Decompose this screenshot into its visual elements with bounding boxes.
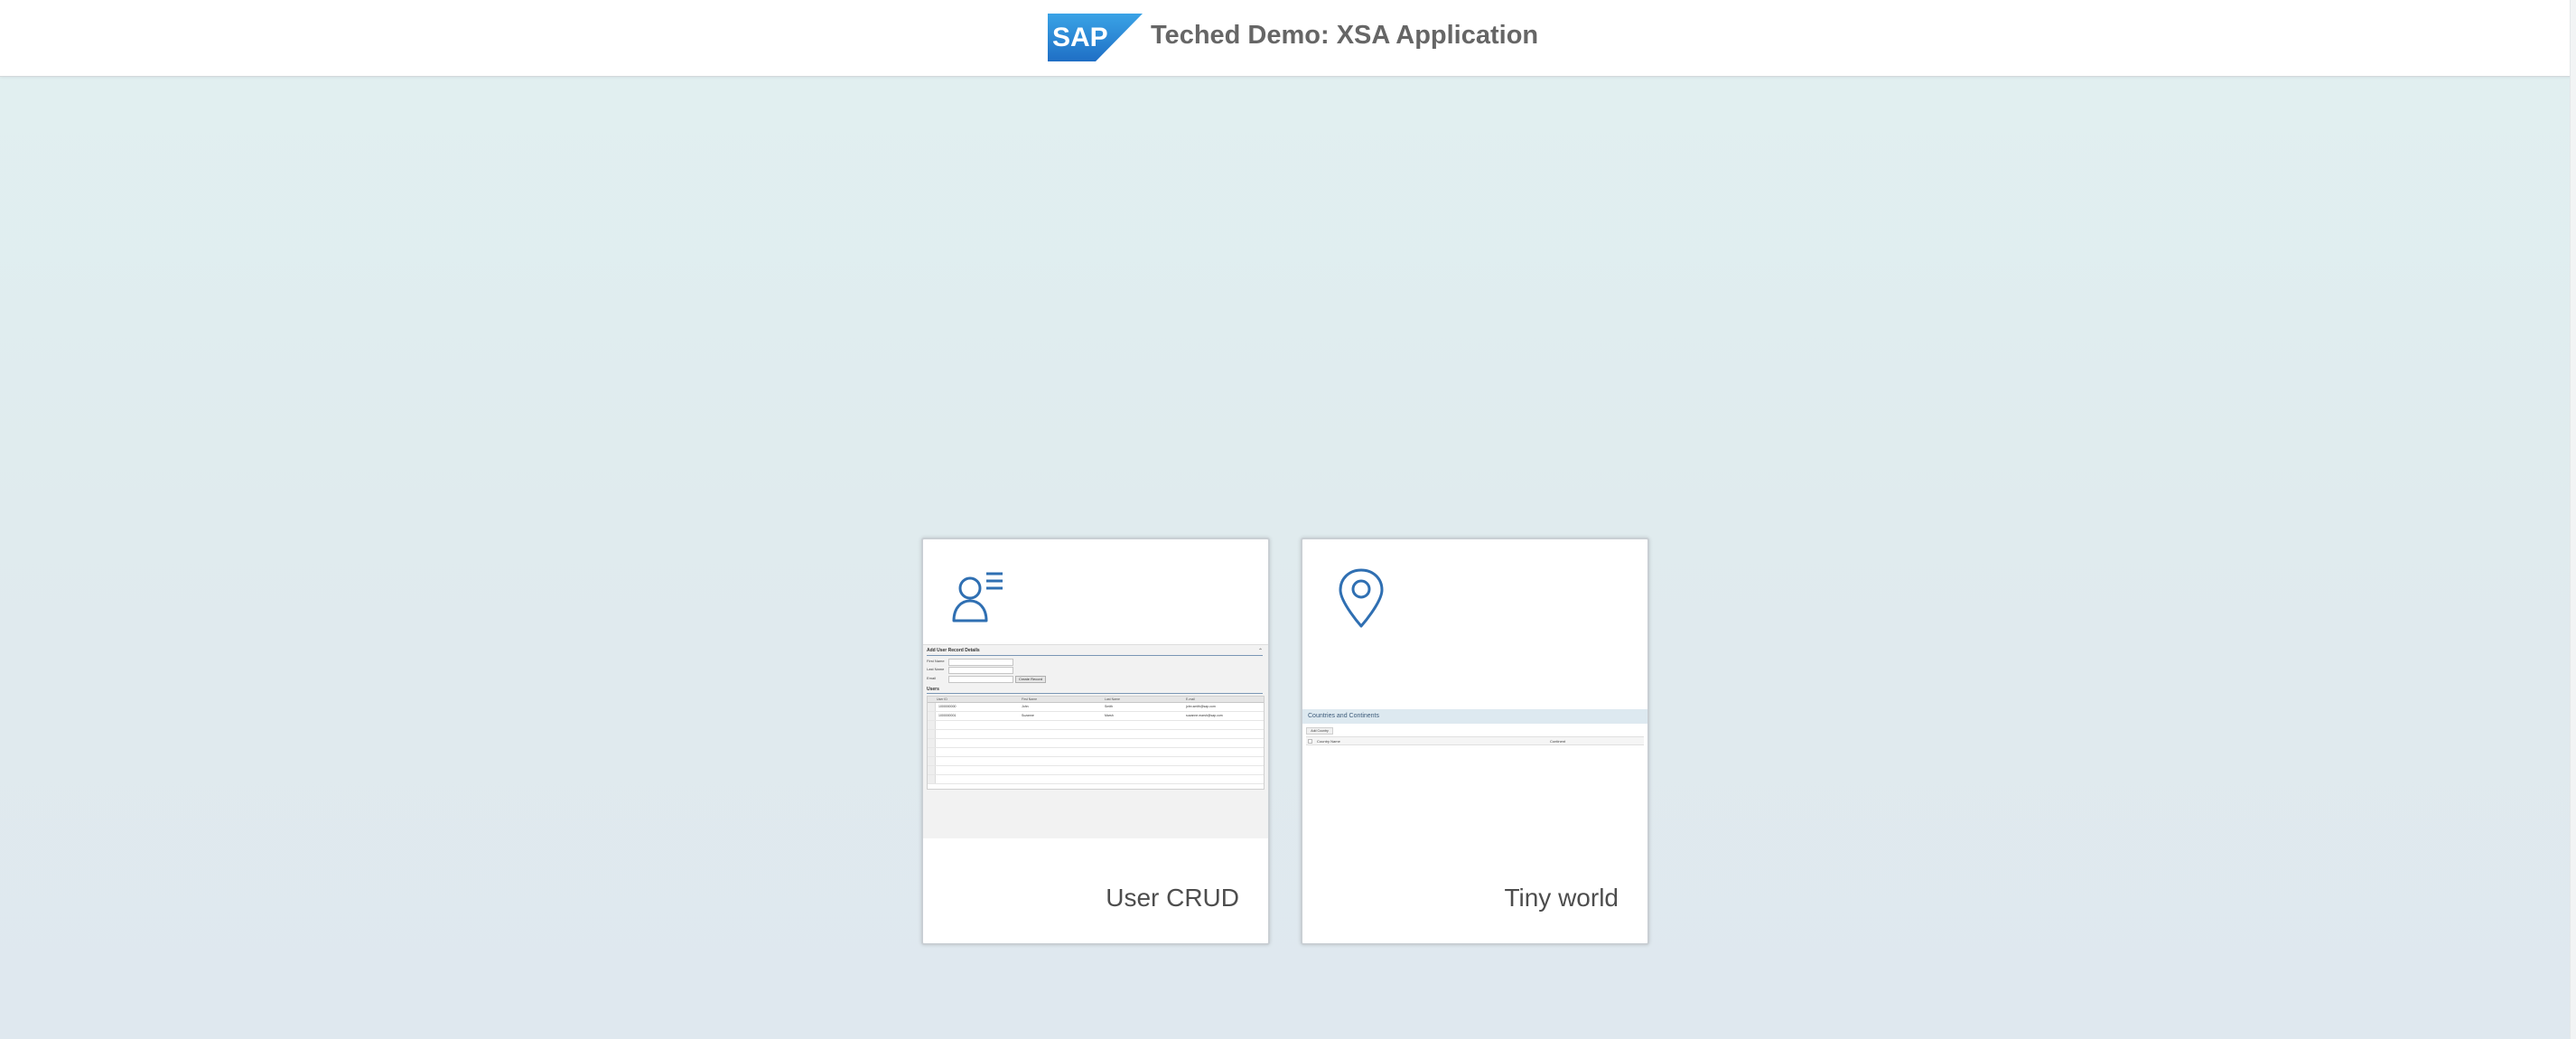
preview-input (948, 659, 1013, 666)
preview-table-header: Country Name Continent (1306, 736, 1644, 745)
preview-column-header: User ID (937, 697, 947, 701)
tile-title: Tiny world (1504, 884, 1619, 912)
preview-column-header: Continent (1550, 739, 1566, 744)
table-row (928, 757, 1264, 766)
table-row (928, 721, 1264, 730)
preview-column-header: Country Name (1317, 739, 1340, 744)
table-row (928, 748, 1264, 757)
preview-field-label: Last Name (927, 667, 945, 671)
preview-field-label: First Name (927, 659, 945, 663)
preview-table: User ID First Name Last Name E-mail 1000… (927, 696, 1265, 790)
table-cell: John (1022, 705, 1029, 708)
table-row: 1000000000 John Smith john.smith@sap.com (928, 703, 1264, 712)
table-cell: Suzanne (1022, 714, 1034, 717)
table-row (928, 766, 1264, 775)
table-cell: 1000000001 (938, 714, 957, 717)
tile-title: User CRUD (1106, 884, 1239, 912)
preview-create-button: Create Record (1015, 676, 1046, 683)
preview-panel-title: Add User Record Details (927, 648, 980, 653)
preview-input (948, 667, 1013, 674)
user-list-icon (952, 572, 1003, 622)
preview-section-title: Users (927, 687, 939, 692)
preview-divider (927, 655, 1263, 656)
map-pin-icon (1339, 568, 1384, 628)
tiny-world-preview: Countries and Continents Add Country Cou… (1302, 709, 1647, 747)
shell-header: SAP Teched Demo: XSA Application (0, 0, 2576, 77)
preview-column-header: First Name (1022, 697, 1038, 701)
preview-column-header: Last Name (1105, 697, 1120, 701)
table-row (928, 739, 1264, 748)
table-cell: 1000000000 (938, 705, 957, 708)
app-title: Teched Demo: XSA Application (1151, 21, 1539, 50)
preview-input (948, 676, 1013, 683)
table-cell: suzanne.marsh@sap.com (1186, 714, 1223, 717)
preview-add-button: Add Country (1306, 727, 1333, 735)
collapse-icon: ⌃ (1257, 649, 1263, 654)
sap-logo-text: SAP (1052, 23, 1108, 52)
table-cell: Smith (1105, 705, 1113, 708)
tile-user-crud[interactable]: Add User Record Details ⌃ First Name Las… (921, 538, 1270, 945)
table-row (928, 730, 1264, 739)
sap-logo[interactable]: SAP (1048, 14, 1143, 61)
preview-title-bar: Countries and Continents (1302, 709, 1647, 724)
tile-tiny-world[interactable]: Countries and Continents Add Country Cou… (1301, 538, 1649, 945)
user-crud-preview: Add User Record Details ⌃ First Name Las… (923, 644, 1268, 838)
preview-panel-title: Countries and Continents (1308, 713, 1379, 719)
page-scrollbar[interactable] (2570, 0, 2576, 1039)
table-row: 1000000001 Suzanne Marsh suzanne.marsh@s… (928, 712, 1264, 721)
table-cell: Marsh (1105, 714, 1114, 717)
preview-table-header: User ID First Name Last Name E-mail (928, 697, 1264, 703)
preview-divider (927, 693, 1263, 694)
preview-field-label: Email (927, 676, 937, 680)
preview-column-header: E-mail (1186, 697, 1195, 701)
table-row (928, 775, 1264, 784)
checkbox-icon (1308, 739, 1312, 744)
table-cell: john.smith@sap.com (1186, 705, 1216, 708)
